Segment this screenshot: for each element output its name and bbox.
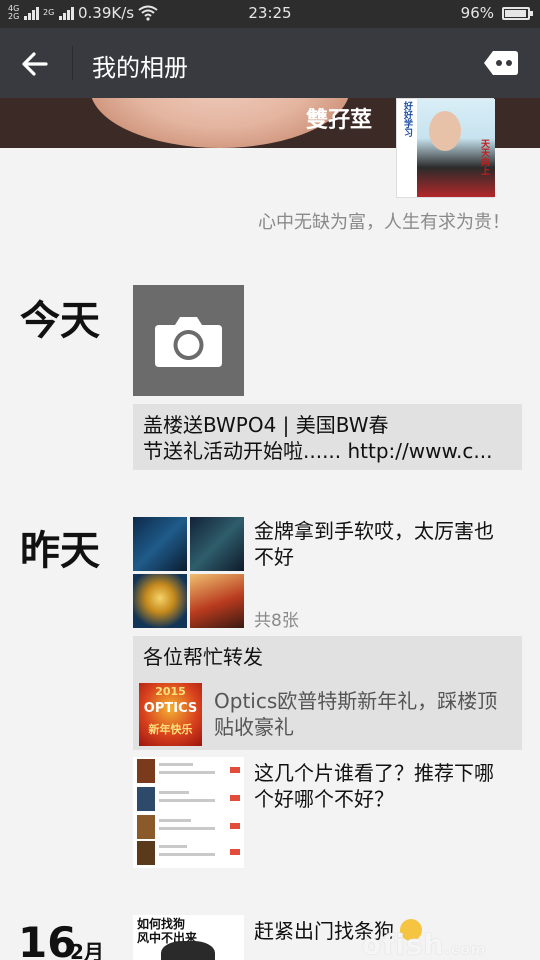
ad-thumb-year: 2015 (155, 685, 186, 698)
avatar-face (429, 111, 461, 151)
photo-thumb (133, 574, 187, 628)
shared-ad-line-2: 贴收豪礼 (214, 715, 294, 739)
photo-grid[interactable] (133, 517, 244, 628)
post-text-line-2: 不好 (254, 545, 294, 569)
battery-percent: 96% (460, 4, 494, 22)
photo-thumb (190, 574, 244, 628)
arrow-left-icon (22, 52, 48, 76)
profile-signature: 心中无缺为富，人生有求为贵！ (258, 212, 510, 233)
list-item (137, 759, 242, 783)
status-bar: 4G 2G 2G 0.39K/s 23:25 96% (0, 0, 540, 28)
title-bar: 我的相册 (0, 28, 540, 98)
list-item (137, 815, 242, 839)
shared-post-title: 各位帮忙转发 (143, 645, 263, 669)
day-label-yesterday: 昨天 (20, 528, 100, 574)
title-divider (72, 46, 73, 80)
day-label-today: 今天 (20, 298, 100, 344)
dog-image (161, 941, 215, 960)
battery-icon (502, 6, 533, 20)
avatar[interactable]: 好好学习 天天向上 (396, 98, 495, 198)
ad-thumb-brand: OPTICS (143, 701, 198, 716)
profile-name: 雙孖莖 (306, 108, 373, 133)
shared-link-line-2: 节送礼活动开始啦...... http://www.c... (143, 439, 493, 463)
add-photo-button[interactable] (133, 285, 244, 396)
photo-count: 共8张 (254, 611, 299, 631)
ad-thumb-greeting: 新年快乐 (148, 723, 193, 736)
post-text-line-2: 个好哪个不好？ (254, 787, 394, 811)
dog-photo-thumb[interactable]: 如何找狗 风中不出来 (133, 915, 244, 960)
shared-link-line-1: 盖楼送BWPO4 | 美国BW春 (143, 413, 389, 437)
photo-thumb (190, 517, 244, 571)
list-item (137, 841, 242, 865)
post-text-line-1: 这几个片谁看了？推荐下哪 (254, 761, 494, 785)
camera-icon (155, 317, 222, 367)
ad-thumbnail: 2015 OPTICS 新年快乐 (139, 683, 202, 746)
back-button[interactable] (16, 48, 56, 80)
avatar-caption-right: 天天向上 (479, 139, 489, 175)
more-button[interactable] (484, 51, 518, 75)
day-number: 16 (18, 918, 77, 960)
avatar-caption-left: 好好学习 (402, 101, 412, 137)
page-title: 我的相册 (92, 54, 188, 82)
clock: 23:25 (248, 4, 292, 22)
post-text-line-1: 金牌拿到手软哎，太厉害也 (254, 519, 494, 543)
photo-thumb (133, 517, 187, 571)
watermark: ofish.com (362, 928, 487, 960)
more-dots-icon (484, 51, 518, 75)
day-month: 2月 (70, 940, 104, 960)
shared-link-today[interactable]: 盖楼送BWPO4 | 美国BW春 节送礼活动开始啦...... http://w… (133, 404, 522, 470)
shared-ad-line-1: Optics欧普特斯新年礼，踩楼顶 (214, 689, 498, 713)
screenshot-thumb[interactable] (133, 757, 244, 868)
list-item (137, 787, 242, 811)
status-right: 96% (460, 4, 533, 22)
